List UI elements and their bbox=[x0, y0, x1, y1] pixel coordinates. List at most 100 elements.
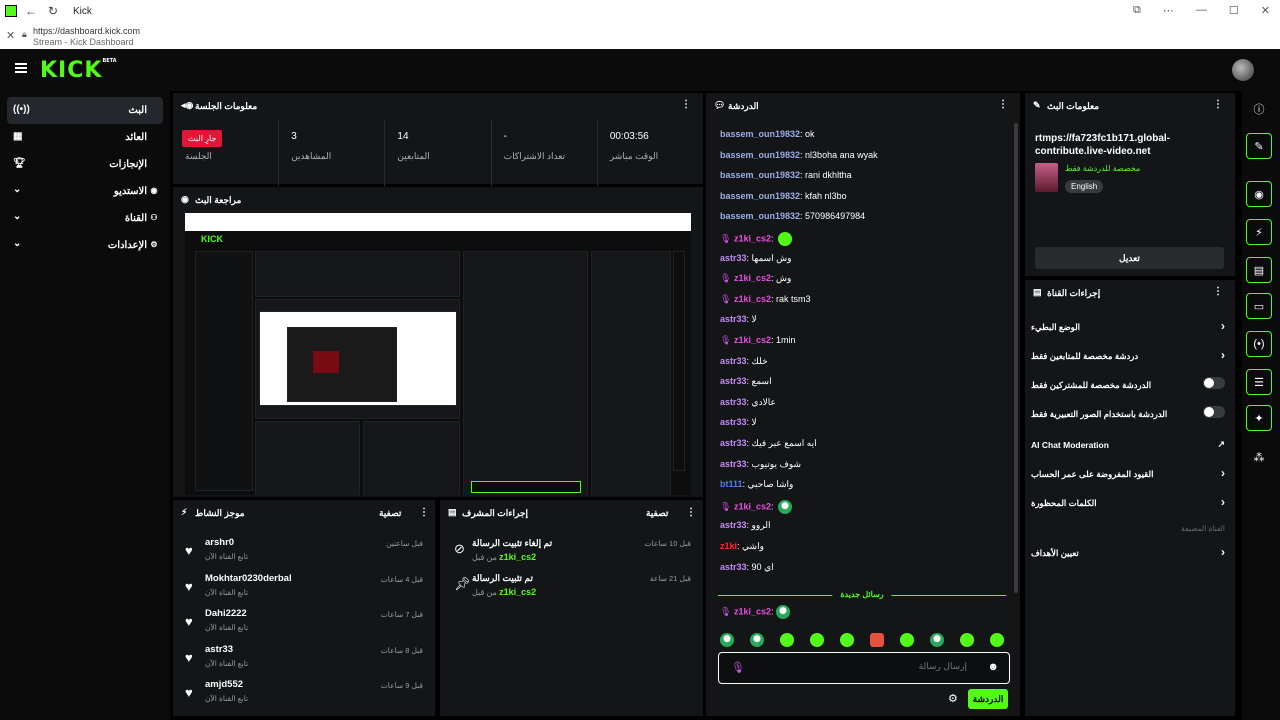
more-options-icon[interactable]: ⋮ bbox=[681, 99, 691, 110]
gear-icon[interactable]: ⚙ bbox=[948, 692, 958, 705]
more-options-icon[interactable]: ⋮ bbox=[1213, 99, 1223, 110]
sidebar-item-achievements[interactable]: 🏆︎ الإنجازات bbox=[7, 151, 163, 178]
chat-username[interactable]: bassem_oun19832 bbox=[720, 211, 800, 221]
filter-button[interactable]: تصفية bbox=[379, 508, 401, 519]
chat-username[interactable]: z1ki bbox=[720, 541, 737, 551]
follower-name[interactable]: Mokhtar0230derbal bbox=[205, 573, 292, 584]
emote-icon[interactable] bbox=[930, 633, 944, 647]
set-goals-row[interactable]: تعيين الأهداف › bbox=[1031, 539, 1225, 567]
emote-icon[interactable] bbox=[900, 633, 914, 647]
chat-icon[interactable]: ▭ bbox=[1246, 293, 1272, 319]
apps-icon[interactable]: ⁂ bbox=[1246, 447, 1272, 467]
stream-preview-image[interactable]: KICK bbox=[185, 213, 691, 495]
more-options-icon[interactable]: ⋮ bbox=[998, 99, 1008, 110]
emote-icon[interactable] bbox=[960, 633, 974, 647]
bolt-icon[interactable]: ⚡︎ bbox=[1246, 219, 1272, 245]
address-bar[interactable]: ✕ 🔒︎ https://dashboard.kick.com Stream -… bbox=[0, 22, 1280, 49]
back-icon[interactable]: ← bbox=[23, 4, 39, 18]
more-menu-icon[interactable]: ⋯ bbox=[1163, 4, 1174, 17]
emote-icon[interactable] bbox=[870, 633, 884, 647]
stream-category[interactable]: مخصصة للدردشة فقط bbox=[1065, 164, 1140, 173]
chat-input-box[interactable]: 🎙︎ ☻ bbox=[718, 652, 1010, 684]
more-options-icon[interactable]: ⋮ bbox=[1213, 286, 1223, 297]
edit-stream-button[interactable]: تعديل bbox=[1035, 247, 1224, 269]
emotes-only-toggle[interactable] bbox=[1203, 406, 1225, 418]
url-text[interactable]: https://dashboard.kick.com bbox=[33, 26, 140, 36]
ai-moderation-row[interactable]: AI Chat Moderation ↗ bbox=[1031, 431, 1225, 459]
preview-toggle-icon[interactable]: ◉ bbox=[1246, 181, 1272, 207]
chat-username[interactable]: z1ki_cs2 bbox=[734, 294, 771, 304]
slow-mode-row[interactable]: الوضع البطيء › bbox=[1031, 313, 1225, 341]
emote-icon[interactable] bbox=[840, 633, 854, 647]
app-menu-icon[interactable]: ⧉ bbox=[1133, 4, 1141, 17]
chat-username[interactable]: z1ki_cs2 bbox=[734, 501, 771, 511]
more-options-icon[interactable]: ⋮ bbox=[686, 507, 696, 518]
user-avatar[interactable] bbox=[1232, 59, 1254, 81]
more-options-icon[interactable]: ⋮ bbox=[419, 507, 429, 518]
lock-icon[interactable]: 🔒︎ bbox=[22, 29, 27, 40]
chat-username[interactable]: bassem_oun19832 bbox=[720, 150, 800, 160]
chat-username[interactable]: astr33 bbox=[720, 397, 747, 407]
edit-icon[interactable]: ✎ bbox=[1246, 133, 1272, 159]
emote-icon[interactable] bbox=[810, 633, 824, 647]
chat-username[interactable]: astr33 bbox=[720, 459, 747, 469]
emote-icon[interactable] bbox=[780, 633, 794, 647]
layout-icon[interactable]: ☰ bbox=[1246, 369, 1272, 395]
follower-name[interactable]: amjd552 bbox=[205, 679, 243, 690]
chat-input[interactable] bbox=[747, 661, 967, 671]
chat-username[interactable]: bassem_oun19832 bbox=[720, 170, 800, 180]
mic-icon[interactable]: 🎙︎ bbox=[731, 661, 745, 674]
reload-icon[interactable]: ↻ bbox=[45, 4, 61, 18]
follower-name[interactable]: arshr0 bbox=[205, 537, 234, 548]
stop-icon[interactable]: ✕ bbox=[6, 29, 15, 42]
chat-username[interactable]: astr33 bbox=[720, 376, 747, 386]
chat-username[interactable]: z1ki_cs2 bbox=[734, 335, 771, 345]
mod-action-time: قبل 10 ساعات bbox=[644, 539, 691, 548]
subscribers-only-toggle[interactable] bbox=[1203, 377, 1225, 389]
chat-username[interactable]: z1ki_cs2 bbox=[734, 233, 771, 243]
sidebar-item-studio[interactable]: ⌄ الاستديو ◉ bbox=[7, 178, 163, 205]
info-icon[interactable]: ⓘ bbox=[1246, 99, 1272, 119]
filter-button[interactable]: تصفية bbox=[646, 508, 668, 519]
sidebar-item-stream[interactable]: ((•)) البث bbox=[7, 97, 163, 124]
chat-scrollbar[interactable] bbox=[1014, 123, 1018, 593]
emote-icon[interactable] bbox=[990, 633, 1004, 647]
wrench-icon[interactable]: ✦ bbox=[1246, 405, 1272, 431]
close-window-icon[interactable]: ✕ bbox=[1261, 4, 1270, 17]
sidebar-item-channel[interactable]: ⌄ القناة ⚇ bbox=[7, 205, 163, 232]
menu-icon[interactable] bbox=[15, 63, 27, 73]
chat-username[interactable]: bassem_oun19832 bbox=[720, 129, 800, 139]
account-age-row[interactable]: القيود المفروضة على عمر الحساب › bbox=[1031, 460, 1225, 488]
broadcast-icon[interactable]: (•) bbox=[1246, 331, 1272, 357]
sidebar-item-revenue[interactable]: ▦ العائد bbox=[7, 124, 163, 151]
chat-username[interactable]: astr33 bbox=[720, 253, 747, 263]
chat-username[interactable]: z1ki_cs2 bbox=[734, 273, 771, 283]
chat-username[interactable]: bassem_oun19832 bbox=[720, 191, 800, 201]
follower-name[interactable]: astr33 bbox=[205, 644, 233, 655]
maximize-icon[interactable]: ☐ bbox=[1229, 4, 1239, 17]
emote-icon[interactable] bbox=[750, 633, 764, 647]
notes-icon[interactable]: ▤ bbox=[1246, 257, 1272, 283]
revenue-icon: ▦ bbox=[13, 131, 23, 142]
emote-icon[interactable] bbox=[720, 633, 734, 647]
kick-logo[interactable]: KICKBETA bbox=[40, 58, 117, 83]
minimize-icon[interactable]: — bbox=[1196, 4, 1207, 17]
chat-username[interactable]: astr33 bbox=[720, 438, 747, 448]
chat-username[interactable]: bt111 bbox=[720, 479, 743, 489]
chat-username[interactable]: astr33 bbox=[720, 314, 747, 324]
follower-name[interactable]: Dahi2222 bbox=[205, 608, 247, 619]
rtmp-url[interactable]: rtmps://fa723fc1b171.global-contribute.l… bbox=[1035, 132, 1215, 158]
chat-username[interactable]: astr33 bbox=[720, 562, 747, 572]
followers-only-row[interactable]: دردشة مخصصة للمتابعين فقط › bbox=[1031, 342, 1225, 370]
chat-username[interactable]: astr33 bbox=[720, 520, 747, 530]
send-chat-button[interactable]: الدردشة bbox=[968, 689, 1008, 709]
banned-words-row[interactable]: الكلمات المحظورة › bbox=[1031, 489, 1225, 517]
emoji-icon[interactable]: ☻ bbox=[987, 661, 999, 673]
chat-username[interactable]: z1ki_cs2 bbox=[734, 606, 771, 616]
chat-message: bt111: واشا صاحبي bbox=[720, 479, 793, 490]
new-messages-divider[interactable]: رسائل جديدة bbox=[718, 590, 1006, 600]
unpin-icon: ⊘ bbox=[454, 541, 465, 556]
sidebar-item-settings[interactable]: ⌄ الإعدادات ⚙ bbox=[7, 232, 163, 259]
chat-username[interactable]: astr33 bbox=[720, 356, 747, 366]
chat-username[interactable]: astr33 bbox=[720, 417, 747, 427]
